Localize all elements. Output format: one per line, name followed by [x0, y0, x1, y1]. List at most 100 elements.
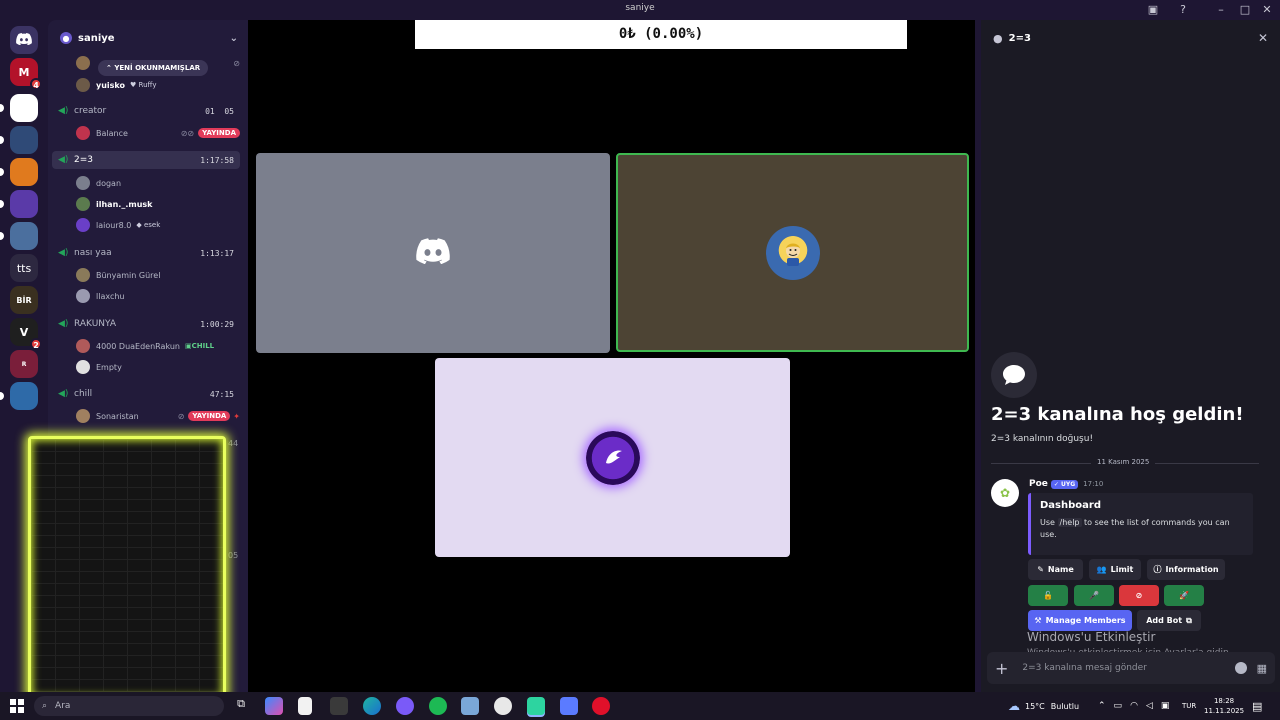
- discord-icon: [16, 32, 32, 48]
- voice-channel-rakunya[interactable]: ◀) RAKUNYA 1:00:29: [52, 315, 240, 333]
- video-off-button[interactable]: ⊘: [1119, 585, 1159, 606]
- plus-icon[interactable]: +: [995, 659, 1008, 678]
- file-icon[interactable]: [298, 697, 312, 715]
- voice-channel-creator[interactable]: ◀) creator 01 05: [52, 102, 240, 120]
- discord-default-tile[interactable]: [256, 153, 610, 353]
- windows-start-icon[interactable]: [10, 699, 24, 713]
- server-white[interactable]: [0, 94, 38, 122]
- voice-channel-2-3[interactable]: ◀) 2=3 1:17:58: [52, 151, 240, 169]
- youtube-icon[interactable]: [592, 697, 610, 715]
- window-title: saniye: [625, 3, 655, 13]
- help-icon[interactable]: ?: [1176, 3, 1190, 17]
- bot-avatar[interactable]: ✿: [991, 479, 1019, 507]
- date-divider-label: 11 Kasım 2025: [1091, 458, 1156, 466]
- channel-timer-partial: 05: [228, 551, 239, 560]
- shield-icon[interactable]: [494, 697, 512, 715]
- voice-user[interactable]: Balance ⊘⊘ YAYINDA: [76, 124, 240, 142]
- recording-icon: ✦: [233, 411, 240, 421]
- mic-button[interactable]: 🎤: [1074, 585, 1114, 606]
- inbox-icon[interactable]: ▣: [1146, 3, 1160, 17]
- avatar: [76, 289, 90, 303]
- display-icon[interactable]: ▣: [1161, 701, 1170, 711]
- network-icon[interactable]: ▭: [1114, 701, 1123, 711]
- weather-temp: 15°C: [1025, 701, 1045, 711]
- store-icon[interactable]: [330, 697, 348, 715]
- voice-user[interactable]: Bünyamin Gürel: [76, 266, 240, 284]
- spotify-icon[interactable]: [429, 697, 447, 715]
- voice-user[interactable]: laiour8.0 ◆ esek: [76, 216, 240, 234]
- hammer-icon: ⚒: [1034, 616, 1042, 625]
- server-header[interactable]: ● saniye ⌄: [48, 20, 248, 56]
- active-app-icon[interactable]: [527, 697, 545, 715]
- server-bir[interactable]: BİR: [10, 286, 38, 314]
- voice-user[interactable]: dogan: [76, 174, 240, 192]
- author-name[interactable]: Poe: [1029, 479, 1048, 489]
- avatar: [76, 78, 90, 92]
- voice-channel-nasi-yaa[interactable]: ◀) nası yaa 1:13:17: [52, 244, 240, 262]
- task-view-icon[interactable]: ⧉: [232, 697, 250, 715]
- maximize-icon[interactable]: □: [1238, 3, 1252, 17]
- info-icon: ⓘ: [1153, 565, 1162, 574]
- close-icon[interactable]: ✕: [1258, 31, 1268, 45]
- message-composer[interactable]: + 2=3 kanalına mesaj gönder ▦: [987, 652, 1275, 684]
- voice-user[interactable]: Empty: [76, 358, 240, 376]
- discord-app: saniye ▣ ? – □ ✕ M4 tts BİR V2 R ● saniy…: [0, 0, 1280, 700]
- language-indicator[interactable]: TUR: [1182, 692, 1196, 720]
- server-v[interactable]: V2: [10, 318, 42, 350]
- apps-icon[interactable]: ▦: [1257, 662, 1267, 675]
- clock[interactable]: 18:28 11.11.2025: [1204, 692, 1244, 720]
- home-button[interactable]: [10, 26, 38, 54]
- taskbar-search[interactable]: ⌕ Ara: [34, 696, 224, 716]
- blue-app-icon[interactable]: [560, 697, 578, 715]
- server-m[interactable]: M4: [10, 58, 42, 90]
- unread-pill[interactable]: ⌃ YENİ OKUNMAMIŞLAR: [98, 60, 209, 76]
- unlock-button[interactable]: 🔓: [1028, 585, 1068, 606]
- wifi-icon[interactable]: ◠: [1130, 701, 1138, 711]
- system-tray[interactable]: ⌃ ▭ ◠ ◁ ▣: [1098, 692, 1169, 720]
- live-badge: YAYINDA: [198, 128, 240, 138]
- close-icon[interactable]: ✕: [1260, 3, 1274, 17]
- server-redline[interactable]: R: [10, 350, 38, 378]
- channel-name: RAKUNYA: [74, 319, 116, 329]
- chevron-down-icon: ⌄: [229, 32, 238, 44]
- server-4[interactable]: [0, 158, 38, 186]
- notification-icon[interactable]: ▤: [1252, 692, 1262, 720]
- vi-icon[interactable]: [461, 697, 479, 715]
- manage-members-button[interactable]: ⚒ Manage Members: [1028, 610, 1132, 631]
- voice-user[interactable]: yuisko ♥ Ruffy: [76, 76, 240, 94]
- voice-user[interactable]: llaxchu: [76, 287, 240, 305]
- channel-name: 2=3: [74, 155, 93, 165]
- weather-widget[interactable]: ☁ 15°C Bulutlu: [1008, 692, 1079, 720]
- voice-user[interactable]: ilhan._.musk: [76, 195, 240, 213]
- chevron-up-icon[interactable]: ⌃: [1098, 701, 1106, 711]
- avatar: [76, 126, 90, 140]
- voice-user[interactable]: 4000 DuaEdenRakun ▣CHILL: [76, 337, 240, 355]
- name-button[interactable]: ✎ Name: [1028, 559, 1083, 580]
- voice-user[interactable]: Sonaristan ⊘ YAYINDA ✦: [76, 407, 240, 425]
- fallout-tile[interactable]: [616, 153, 969, 352]
- server-3[interactable]: [0, 126, 38, 154]
- neon-brick-overlay: [28, 436, 226, 700]
- server-5[interactable]: [0, 190, 38, 218]
- voice-channel-chill[interactable]: ◀) chill 47:15: [52, 385, 240, 403]
- volume-icon[interactable]: ◁: [1146, 701, 1153, 711]
- chat-bubble-icon: ●: [993, 31, 1003, 45]
- user-name: laiour8.0: [96, 220, 132, 230]
- copilot-icon[interactable]: [265, 697, 283, 715]
- minimize-icon[interactable]: –: [1214, 3, 1228, 17]
- information-button[interactable]: ⓘ Information: [1147, 559, 1225, 580]
- purple-tile[interactable]: [435, 358, 790, 557]
- limit-button[interactable]: 👥 Limit: [1089, 559, 1141, 580]
- server-11[interactable]: [0, 382, 38, 410]
- rocket-button[interactable]: 🚀: [1164, 585, 1204, 606]
- server-6[interactable]: [0, 222, 38, 250]
- live-badge: YAYINDA: [188, 411, 231, 421]
- message-header: Poe ✓ UYG 17:10: [1029, 479, 1103, 489]
- discord-taskbar-icon[interactable]: [396, 697, 414, 715]
- edge-icon[interactable]: [363, 697, 381, 715]
- text-chat-panel: ● 2=3 ✕ 2=3 kanalına hoş geldin! 2=3 kan…: [981, 20, 1280, 692]
- add-bot-button[interactable]: Add Bot ⧉: [1137, 610, 1201, 631]
- emoji-icon[interactable]: [1234, 662, 1247, 674]
- channel-name: chill: [74, 389, 93, 399]
- server-tts[interactable]: tts: [10, 254, 38, 282]
